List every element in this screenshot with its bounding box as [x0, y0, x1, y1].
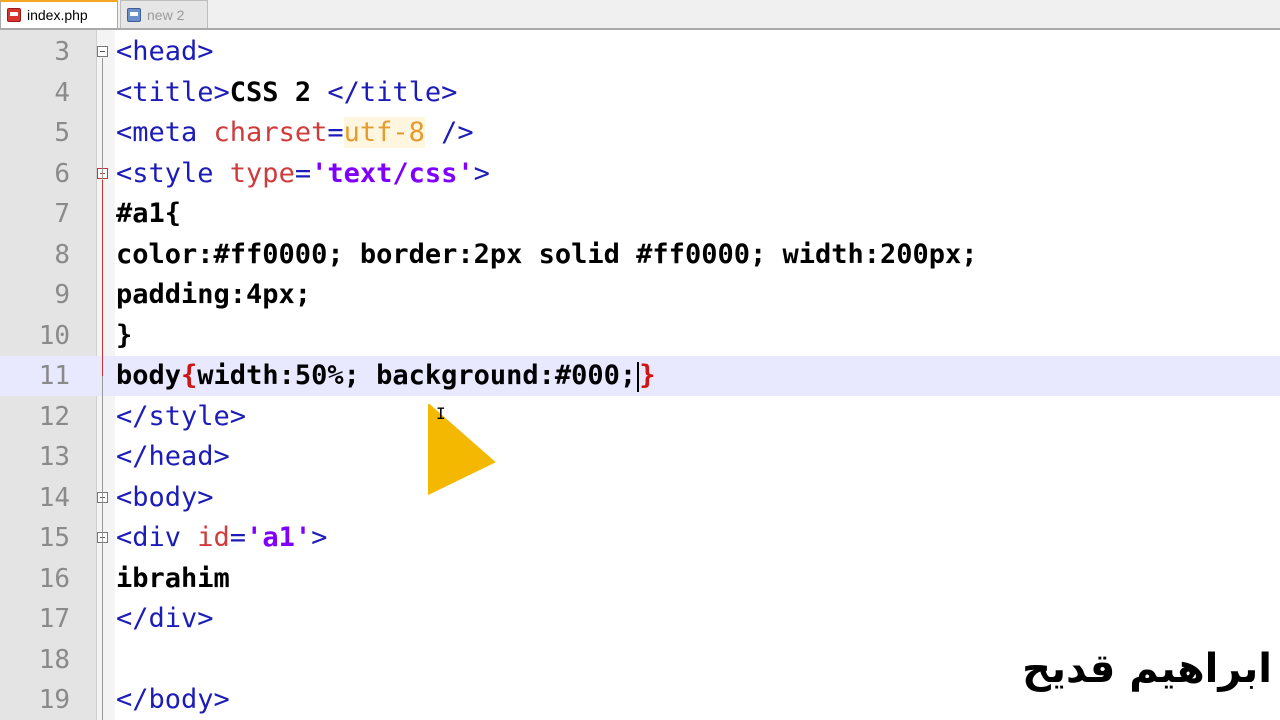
code-token: >	[473, 157, 490, 189]
code-token: id	[197, 522, 230, 553]
code-token: </style>	[116, 400, 247, 432]
code-token: ibrahim	[116, 562, 230, 594]
code-token: 'a1'	[246, 522, 312, 553]
code-line[interactable]: 17 </div>	[0, 599, 1280, 639]
code-text: <div id='a1'>	[116, 521, 327, 555]
line-number: 16	[38, 563, 70, 594]
tab-index-php[interactable]: index.php	[0, 0, 118, 28]
line-number: 18	[38, 644, 70, 675]
code-line[interactable]: 7 #a1{	[0, 194, 1280, 234]
line-number: 6	[54, 158, 70, 189]
code-text: color:#ff0000; border:2px solid #ff0000;…	[116, 238, 978, 272]
line-number: 9	[54, 280, 70, 310]
code-text: padding:4px;	[116, 278, 311, 312]
line-number: 7	[54, 199, 70, 229]
code-text: body{width:50%; background:#000;}	[116, 359, 655, 393]
code-token: </body>	[116, 684, 230, 715]
code-text: <body>	[116, 481, 214, 515]
code-token: charset	[213, 117, 328, 148]
code-text: </head>	[116, 440, 230, 474]
code-line[interactable]: 12 </style>	[0, 397, 1280, 437]
code-editor[interactable]: 3 <head> 4 <title>CSS 2 </title> 5 <meta char…	[0, 30, 1280, 720]
author-watermark: ابراهيم قديح	[1022, 646, 1272, 692]
code-line[interactable]: 6 <style type='text/css'>	[0, 154, 1280, 194]
tab-label: index.php	[27, 7, 88, 23]
tab-bar: index.php new 2	[0, 0, 1280, 30]
line-number: 15	[38, 523, 70, 553]
line-number: 11	[38, 361, 70, 391]
code-token: 'text/css'	[311, 157, 474, 189]
notepad-plus-plus-window: index.php new 2 3 <head> 4 <title>CSS 2 </t…	[0, 0, 1280, 720]
code-text: </body>	[116, 683, 230, 717]
code-line[interactable]: 14 <body>	[0, 478, 1280, 518]
code-text: <title>CSS 2 </title>	[116, 76, 457, 110]
code-token: width:50%; background:#000;	[197, 360, 637, 391]
code-token: body	[116, 360, 182, 391]
code-token: </div>	[116, 603, 214, 634]
line-number: 8	[54, 239, 70, 270]
code-line[interactable]: 8 color:#ff0000; border:2px solid #ff0000…	[0, 235, 1280, 275]
line-number: 13	[38, 442, 70, 472]
fold-toggle-icon[interactable]	[97, 46, 108, 57]
code-token: <head>	[116, 36, 214, 67]
code-token: <body>	[116, 481, 214, 513]
code-token: =	[294, 157, 312, 189]
code-line[interactable]: 16 ibrahim	[0, 559, 1280, 599]
code-token: <title>	[116, 76, 230, 108]
code-token: <style	[116, 157, 230, 189]
line-number: 14	[38, 482, 70, 513]
code-token: type	[229, 157, 295, 189]
code-line[interactable]: 5 <meta charset=utf-8 />	[0, 113, 1280, 153]
code-token: <meta	[116, 117, 214, 148]
tab-new-2[interactable]: new 2	[120, 0, 208, 28]
line-number: 4	[54, 77, 70, 108]
code-text: <style type='text/css'>	[116, 157, 490, 191]
text-cursor-icon: I	[436, 404, 446, 423]
code-line[interactable]: 9 padding:4px;	[0, 275, 1280, 315]
code-token: color:#ff0000; border:2px solid #ff0000;…	[116, 238, 978, 270]
code-token: padding:4px;	[116, 279, 312, 310]
code-token: =	[327, 117, 344, 148]
line-number: 17	[38, 604, 70, 634]
code-token: >	[311, 522, 328, 553]
code-line[interactable]: 15 <div id='a1'>	[0, 518, 1280, 558]
code-token: <div	[116, 522, 198, 553]
line-number: 5	[54, 118, 70, 148]
code-text: <meta charset=utf-8 />	[116, 116, 474, 150]
line-number: 10	[38, 320, 70, 351]
code-text: </style>	[116, 400, 246, 434]
code-line[interactable]: 10}	[0, 316, 1280, 356]
line-number: 12	[38, 401, 70, 432]
fold-guide-line	[102, 503, 103, 720]
line-number: 19	[38, 685, 70, 715]
code-token: </title>	[327, 76, 458, 108]
code-text: </div>	[116, 602, 214, 636]
code-text: }	[116, 319, 132, 353]
code-line[interactable]: 4 <title>CSS 2 </title>	[0, 73, 1280, 113]
code-token: CSS 2	[229, 76, 328, 108]
fold-guide-line	[102, 179, 103, 376]
code-token: </head>	[116, 441, 230, 472]
php-file-icon	[7, 8, 21, 22]
code-token: #a1{	[116, 198, 182, 229]
code-text: ibrahim	[116, 562, 230, 596]
code-line[interactable]: 3 <head>	[0, 32, 1280, 72]
code-line[interactable]: 11 body{width:50%; background:#000;}	[0, 356, 1280, 396]
tab-label: new 2	[147, 6, 185, 23]
code-text: #a1{	[116, 197, 181, 231]
text-file-icon	[127, 7, 141, 22]
code-text: <head>	[116, 35, 214, 69]
code-token: {	[181, 360, 198, 391]
code-token: utf-8	[343, 117, 425, 148]
code-line[interactable]: 13 </head>	[0, 437, 1280, 477]
code-token: }	[116, 319, 133, 351]
line-number: 3	[54, 37, 70, 67]
code-token: =	[229, 522, 247, 553]
code-token: }	[639, 360, 656, 391]
code-token: />	[424, 117, 474, 148]
